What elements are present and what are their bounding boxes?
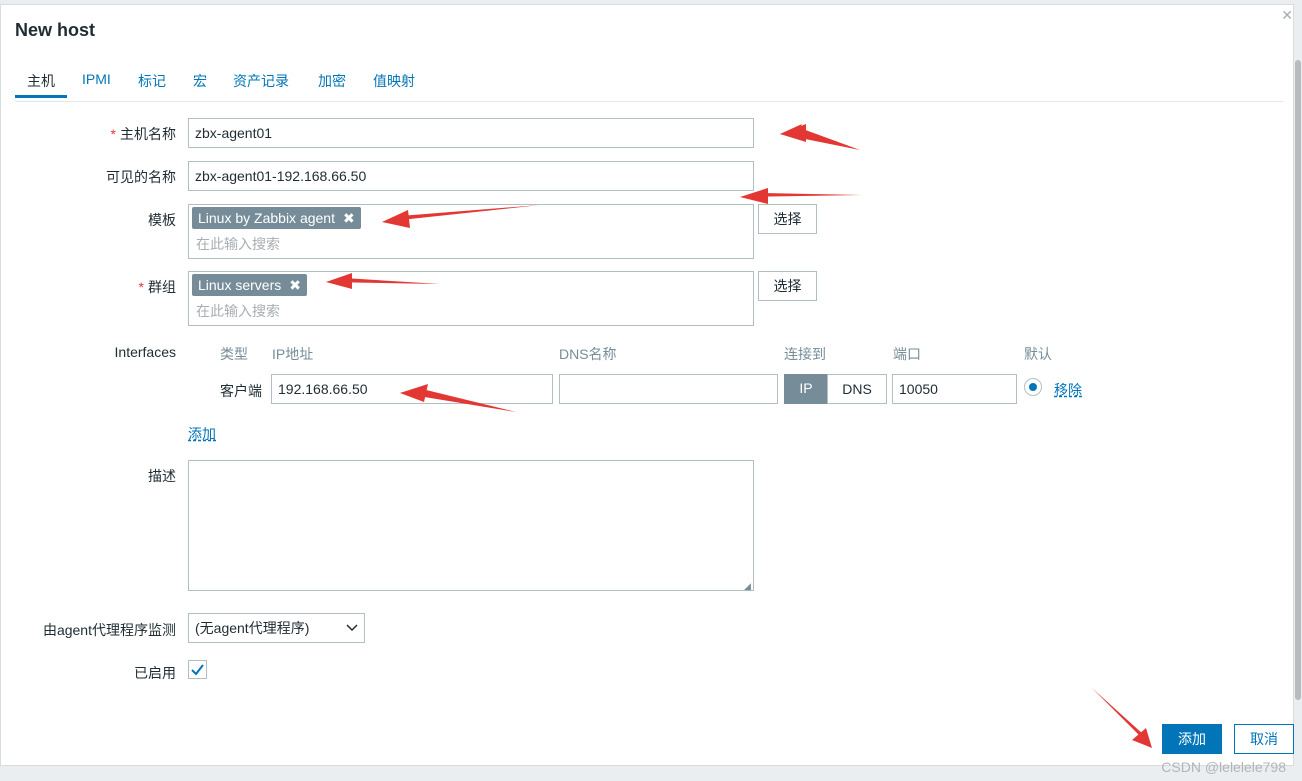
- template-chip: Linux by Zabbix agent ✖: [192, 207, 361, 229]
- tab-macros[interactable]: 宏: [193, 71, 207, 91]
- host-name-input[interactable]: zbx-agent01: [188, 118, 754, 148]
- remove-chip-icon[interactable]: ✖: [343, 210, 355, 226]
- cancel-button[interactable]: 取消: [1234, 724, 1294, 754]
- watermark: CSDN @lelelele798: [1161, 759, 1286, 775]
- dns-name-input[interactable]: [559, 374, 778, 404]
- iface-dns-header: DNS名称: [559, 346, 617, 362]
- radio-dot: [1029, 383, 1037, 391]
- tab-tags[interactable]: 标记: [138, 71, 166, 91]
- scrollbar[interactable]: [1295, 60, 1301, 700]
- tab-value-mapping[interactable]: 值映射: [373, 71, 415, 91]
- group-chip: Linux servers ✖: [192, 274, 307, 296]
- iface-type-value: 客户端: [220, 383, 262, 399]
- description-textarea[interactable]: [188, 460, 754, 591]
- templates-label: 模板: [148, 212, 176, 228]
- remove-chip-icon[interactable]: ✖: [289, 277, 301, 293]
- iface-type-header: 类型: [220, 346, 248, 362]
- iface-default-header: 默认: [1024, 346, 1052, 362]
- enabled-checkbox[interactable]: [188, 660, 207, 679]
- iface-port-header: 端口: [893, 346, 921, 362]
- connect-ip-toggle[interactable]: IP: [784, 374, 828, 404]
- visible-name-label: 可见的名称: [106, 169, 176, 185]
- groups-search-placeholder[interactable]: 在此输入搜索: [196, 301, 280, 321]
- ip-address-input[interactable]: 192.168.66.50: [271, 374, 553, 404]
- templates-multiselect[interactable]: Linux by Zabbix agent ✖ 在此输入搜索: [188, 204, 754, 259]
- add-button[interactable]: 添加: [1162, 724, 1222, 754]
- groups-select-button[interactable]: 选择: [758, 271, 817, 301]
- tab-inventory[interactable]: 资产记录: [233, 71, 289, 91]
- tab-encryption[interactable]: 加密: [318, 71, 346, 91]
- iface-connect-header: 连接到: [784, 346, 826, 362]
- host-name-label: * 主机名称: [110, 126, 176, 142]
- interfaces-label: Interfaces: [114, 344, 176, 360]
- tab-bar: 主机 IPMI 标记 宏 资产记录 加密 值映射: [15, 67, 1283, 102]
- visible-name-input[interactable]: zbx-agent01-192.168.66.50: [188, 161, 754, 191]
- tab-ipmi[interactable]: IPMI: [82, 71, 111, 87]
- proxy-label: 由agent代理程序监测: [42, 622, 176, 638]
- groups-multiselect[interactable]: Linux servers ✖ 在此输入搜索: [188, 271, 754, 326]
- default-radio[interactable]: [1024, 378, 1042, 396]
- add-interface-link[interactable]: 添加: [188, 424, 216, 444]
- templates-search-placeholder[interactable]: 在此输入搜索: [196, 234, 280, 254]
- proxy-select[interactable]: (无agent代理程序): [188, 613, 365, 643]
- connect-dns-toggle[interactable]: DNS: [827, 374, 887, 404]
- chevron-down-icon: [346, 624, 358, 632]
- description-label: 描述: [148, 468, 176, 484]
- close-icon[interactable]: ✕: [1281, 7, 1293, 24]
- remove-interface-link[interactable]: 移除: [1054, 380, 1082, 400]
- dialog-title: New host: [15, 20, 96, 40]
- resize-handle-icon[interactable]: ◢: [744, 581, 751, 592]
- groups-label: * 群组: [138, 279, 176, 295]
- templates-select-button[interactable]: 选择: [758, 204, 817, 234]
- port-input[interactable]: 10050: [892, 374, 1017, 404]
- iface-ip-header: IP地址: [272, 346, 314, 362]
- tab-host[interactable]: 主机: [15, 71, 67, 98]
- enabled-label: 已启用: [134, 665, 176, 681]
- checkmark-icon: [191, 664, 204, 676]
